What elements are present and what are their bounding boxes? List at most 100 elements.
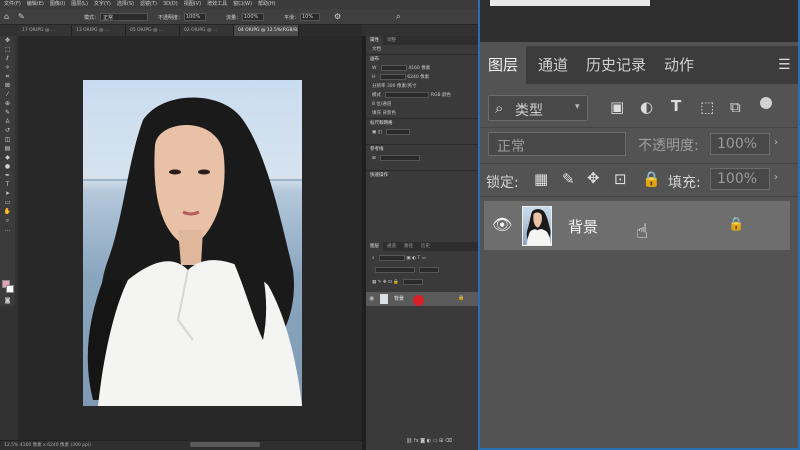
doc-tab[interactable]: 13 OIUPG @ ... [72,25,126,36]
smart-object-filter-icon[interactable]: ⧉ [730,98,741,116]
portrait-photo[interactable] [83,80,302,406]
mode-select[interactable] [385,91,430,98]
brush-tool-icon[interactable]: ✎ [0,108,15,117]
tab-layers[interactable]: 图层 [366,242,383,251]
gradient-tool-icon[interactable]: ▤ [0,144,15,153]
path-select-tool-icon[interactable]: ➤ [0,189,15,198]
lasso-tool-icon[interactable]: ℓ [0,54,15,63]
doc-tab-active[interactable]: 04 OIUPG @ 12.5%(RGB/8) [234,25,299,36]
fx-icon[interactable]: fx [414,438,419,444]
lock-move-icon[interactable]: ✥ [587,169,600,187]
dodge-tool-icon[interactable]: ● [0,162,15,171]
mini-blend-select[interactable] [375,266,415,273]
mini-eye-icon[interactable]: ◉ [369,295,374,302]
tab-properties[interactable]: 属性 [366,36,383,45]
blend-mode-select[interactable]: 正常 [488,132,626,156]
layer-filter-select[interactable]: ⌕ 类型 ▾ [488,95,588,121]
mini-layer-row[interactable]: ◉ 背景 🔒 [366,292,478,306]
mask-icon[interactable]: ◙ [420,438,425,444]
mini-opacity-field[interactable] [419,266,440,273]
horizontal-scrollbar[interactable] [190,442,260,447]
history-brush-tool-icon[interactable]: ↺ [0,126,15,135]
menu-type[interactable]: 文字(Y) [94,0,111,9]
canvas-area[interactable] [18,36,362,440]
blur-tool-icon[interactable]: ◆ [0,153,15,162]
height-field[interactable] [379,73,406,80]
type-filter-icon[interactable]: T [671,97,681,115]
move-tool-icon[interactable]: ✥ [0,36,15,45]
tab-paths[interactable]: 路径 [400,242,417,251]
menu-help[interactable]: 帮助(H) [258,0,276,9]
doc-tab[interactable]: 17 OIUPG @ ... [18,25,72,36]
adjustment-filter-icon[interactable]: ◐ [640,98,653,116]
guides-section-title[interactable]: 参考线 [366,144,478,154]
tab-history[interactable]: 历史记录 [586,46,646,84]
menu-edit[interactable]: 编辑(E) [27,0,44,9]
adjustment-icon[interactable]: ◐ [427,438,431,444]
zoom-tool-icon[interactable]: ⌕ [0,216,15,225]
mini-fill-field[interactable] [403,278,424,285]
menu-image[interactable]: 图像(I) [50,0,65,9]
image-filter-icon[interactable]: ▣ [610,98,624,116]
mini-filter-select[interactable] [378,254,405,261]
menu-filter[interactable]: 滤镜(T) [140,0,157,9]
tab-channels[interactable]: 通道 [538,46,568,84]
quick-actions-title[interactable]: 快速操作 [366,170,478,180]
rulers-unit-select[interactable] [386,128,411,135]
hand-tool-icon[interactable]: ✋ [0,207,15,216]
tab-adjustments[interactable]: 调整 [383,36,400,45]
width-field[interactable] [380,64,407,71]
new-layer-icon[interactable]: ⊞ [439,438,443,444]
rulers-section-title[interactable]: 标尺和网格 [366,118,478,128]
shape-filter-icon[interactable]: ⬚ [700,98,714,116]
quick-select-tool-icon[interactable]: ✧ [0,63,15,72]
filter-toggle[interactable] [760,97,772,109]
stamp-tool-icon[interactable]: ♙ [0,117,15,126]
crop-tool-icon[interactable]: ⌗ [0,72,15,81]
trash-icon[interactable]: ⌫ [445,438,452,444]
opacity-field[interactable]: 100% [710,133,770,155]
marquee-tool-icon[interactable]: ⬚ [0,45,15,54]
menu-window[interactable]: 窗口(W) [233,0,252,9]
menu-view[interactable]: 视图(V) [184,0,201,9]
eye-icon[interactable]: 👁 [492,215,512,234]
eyedropper-tool-icon[interactable]: ⁄ [0,90,15,99]
gear-icon[interactable]: ⚙ [334,12,341,21]
lock-icon[interactable]: 🔒 [728,217,744,232]
shape-tool-icon[interactable]: ▭ [0,198,15,207]
text-tool-icon[interactable]: T [0,180,15,189]
healing-tool-icon[interactable]: ⊕ [0,99,15,108]
doc-tab[interactable]: 02 OIUPG @ ... [180,25,234,36]
layer-name[interactable]: 背景 [568,216,598,237]
more-tools-icon[interactable]: … [0,225,15,234]
menu-plugins[interactable]: 增效工具 [207,0,227,9]
home-icon[interactable]: ⌂ [4,12,9,21]
tab-layers[interactable]: 图层 [480,46,527,84]
lock-brush-icon[interactable]: ✎ [562,170,575,188]
brush-tool-icon[interactable]: ✎ [18,12,25,21]
doc-tab[interactable]: 05 OIUPG @ ... [126,25,180,36]
lock-pixels-icon[interactable]: ▦ [534,170,548,188]
quick-mask-icon[interactable]: ◙ [0,296,15,305]
link-layers-icon[interactable]: ⛓ [406,438,412,444]
tab-channels[interactable]: 通道 [383,242,400,251]
background-color-swatch[interactable] [6,285,14,293]
lock-artboard-icon[interactable]: ⊡ [614,170,627,188]
search-icon[interactable]: ⌕ [396,12,400,22]
menu-layer[interactable]: 图层(L) [71,0,88,9]
pen-tool-icon[interactable]: ✒ [0,171,15,180]
menu-select[interactable]: 选择(S) [117,0,134,9]
guides-color-select[interactable] [380,154,421,161]
lock-all-icon[interactable]: 🔒 [642,170,661,188]
fill-chevron-icon[interactable]: › [774,172,778,183]
fill-field[interactable]: 100% [710,168,770,190]
frame-tool-icon[interactable]: ⊠ [0,81,15,90]
eraser-tool-icon[interactable]: ◫ [0,135,15,144]
tab-history[interactable]: 历史 [417,242,434,251]
menu-file[interactable]: 文件(F) [4,0,21,9]
group-icon[interactable]: ▭ [433,438,438,444]
layer-row-background[interactable]: 👁 背景 ☝ 🔒 [484,201,790,250]
canvas-section-title[interactable]: 画布 [366,54,478,64]
panel-menu-icon[interactable]: ☰ [778,58,792,72]
menu-3d[interactable]: 3D(D) [163,0,178,9]
